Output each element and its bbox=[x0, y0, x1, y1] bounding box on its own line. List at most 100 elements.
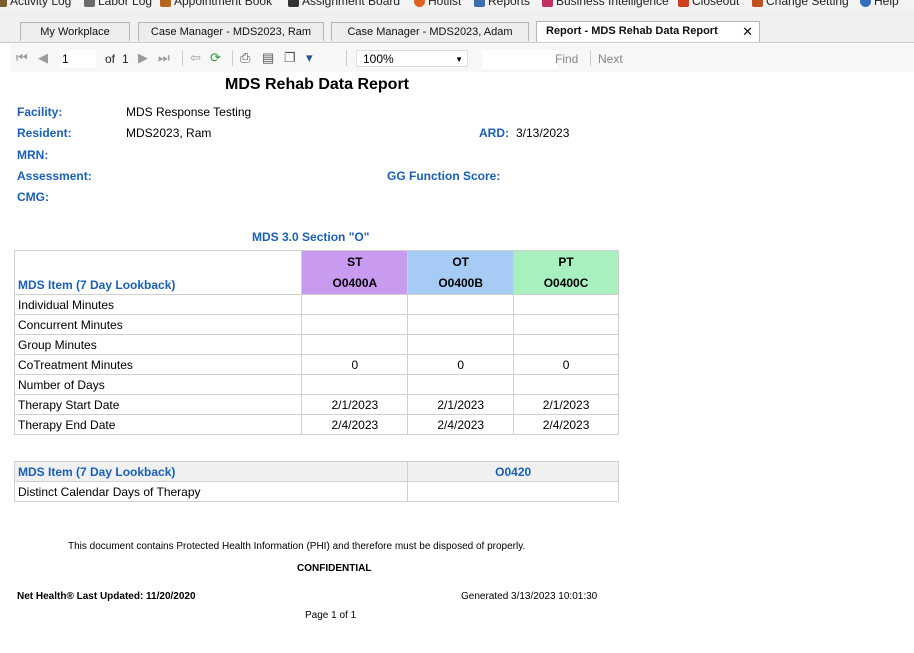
facility-label: Facility: bbox=[17, 105, 63, 119]
resident-value: MDS2023, Ram bbox=[126, 126, 212, 140]
page-indicator: Page 1 of 1 bbox=[305, 610, 357, 621]
row-label: Therapy Start Date bbox=[13, 394, 303, 415]
appointment-book-icon bbox=[160, 0, 171, 8]
menu-help[interactable]: Help bbox=[860, 0, 899, 8]
table-header-row: MDS Item (7 Day Lookback) O0420 bbox=[13, 461, 619, 482]
export-icon[interactable]: ▾ bbox=[306, 50, 313, 66]
closeout-icon bbox=[678, 0, 689, 8]
tab-case-manager-adam[interactable]: Case Manager - MDS2023, Adam bbox=[331, 22, 529, 41]
report-body: MDS Rehab Data Report Facility: MDS Resp… bbox=[0, 72, 914, 653]
close-tab-icon[interactable]: ✕ bbox=[742, 22, 753, 41]
menu-change-setting[interactable]: Change Setting bbox=[752, 0, 849, 8]
print-icon[interactable]: ⎙ bbox=[240, 50, 250, 66]
row-label: Individual Minutes bbox=[13, 294, 303, 315]
st-header: ST bbox=[301, 250, 409, 273]
last-updated: Net Health® Last Updated: 11/20/2020 bbox=[17, 591, 196, 602]
tab-report-mds-rehab[interactable]: Report - MDS Rehab Data Report ✕ bbox=[536, 21, 760, 42]
help-icon bbox=[860, 0, 871, 8]
ot-value bbox=[407, 294, 515, 315]
st-value: 2/4/2023 bbox=[301, 414, 409, 435]
table-row: Therapy Start Date 2/1/2023 2/1/2023 2/1… bbox=[13, 394, 619, 415]
tab-my-workplace[interactable]: My Workplace bbox=[20, 22, 130, 41]
ot-value: 0 bbox=[407, 354, 515, 375]
toolbar-divider bbox=[590, 50, 591, 66]
next-page-icon[interactable]: ▶ bbox=[138, 50, 148, 66]
find-input[interactable] bbox=[482, 50, 558, 69]
section-title: MDS 3.0 Section "O" bbox=[252, 230, 370, 244]
table-row: Group Minutes bbox=[13, 334, 619, 355]
menu-reports[interactable]: Reports bbox=[474, 0, 530, 8]
generated-timestamp: Generated 3/13/2023 10:01:30 bbox=[461, 591, 598, 602]
row-label: Concurrent Minutes bbox=[13, 314, 303, 335]
menu-activity-log[interactable]: Activity Log bbox=[0, 0, 71, 8]
ot-value: 2/1/2023 bbox=[407, 394, 515, 415]
row-label: Therapy End Date bbox=[13, 414, 303, 435]
menu-assignment-board[interactable]: Assignment Board bbox=[288, 0, 400, 8]
activity-log-icon bbox=[0, 0, 7, 8]
pt-value: 2/1/2023 bbox=[513, 394, 619, 415]
item-header: MDS Item (7 Day Lookback) bbox=[13, 250, 303, 295]
ard-value: 3/13/2023 bbox=[516, 126, 570, 140]
st-code: O0400A bbox=[301, 272, 409, 295]
table-row: Therapy End Date 2/4/2023 2/4/2023 2/4/2… bbox=[13, 414, 619, 435]
report-toolbar: ⏮ ◀ of 1 ▶ ⏭ ⇦ ⟳ ⎙ ▤ ❐ ▾ 100%▼ Find Next bbox=[10, 44, 914, 72]
assignment-board-icon bbox=[288, 0, 299, 8]
tab-case-manager-ram[interactable]: Case Manager - MDS2023, Ram bbox=[138, 22, 324, 41]
pt-value: 2/4/2023 bbox=[513, 414, 619, 435]
table-row: Distinct Calendar Days of Therapy bbox=[13, 481, 619, 502]
top-menu-bar: Activity Log Labor Log Appointment Book … bbox=[0, 0, 914, 10]
last-page-icon[interactable]: ⏭ bbox=[158, 50, 170, 66]
resident-label: Resident: bbox=[17, 126, 72, 140]
st-value: 2/1/2023 bbox=[301, 394, 409, 415]
table-row: CoTreatment Minutes 0 0 0 bbox=[13, 354, 619, 375]
row-label: Distinct Calendar Days of Therapy bbox=[13, 481, 409, 502]
row-label: CoTreatment Minutes bbox=[13, 354, 303, 375]
hotlist-icon bbox=[414, 0, 425, 8]
menu-business-intelligence[interactable]: Business Intelligence bbox=[542, 0, 669, 8]
menu-appointment-book[interactable]: Appointment Book bbox=[160, 0, 272, 8]
st-value: 0 bbox=[301, 354, 409, 375]
back-icon[interactable]: ⇦ bbox=[190, 50, 201, 66]
toolbar-divider bbox=[182, 50, 183, 66]
menu-labor-log[interactable]: Labor Log bbox=[84, 0, 152, 8]
menu-hotlist[interactable]: Hotlist bbox=[414, 0, 461, 8]
find-button[interactable]: Find bbox=[555, 52, 578, 66]
previous-page-icon[interactable]: ◀ bbox=[38, 50, 48, 66]
refresh-icon[interactable]: ⟳ bbox=[210, 50, 221, 66]
confidential-label: CONFIDENTIAL bbox=[297, 563, 372, 574]
toolbar-divider bbox=[232, 50, 233, 66]
assessment-label: Assessment: bbox=[17, 169, 92, 183]
o0420-table: MDS Item (7 Day Lookback) O0420 Distinct… bbox=[13, 461, 619, 502]
pt-value bbox=[513, 314, 619, 335]
find-next-button[interactable]: Next bbox=[598, 52, 623, 66]
table-row: Concurrent Minutes bbox=[13, 314, 619, 335]
print-layout-icon[interactable]: ▤ bbox=[262, 50, 274, 66]
table-row: Individual Minutes bbox=[13, 294, 619, 315]
toolbar-divider bbox=[346, 50, 347, 66]
page-setup-icon[interactable]: ❐ bbox=[284, 50, 296, 66]
zoom-select[interactable]: 100% ▼ bbox=[356, 50, 468, 67]
st-value bbox=[301, 314, 409, 335]
facility-value: MDS Response Testing bbox=[126, 105, 252, 119]
pt-value bbox=[513, 334, 619, 355]
pt-value bbox=[513, 294, 619, 315]
st-value bbox=[301, 294, 409, 315]
mrn-label: MRN: bbox=[17, 148, 49, 162]
row-label: Number of Days bbox=[13, 374, 303, 395]
pt-header: PT bbox=[513, 250, 619, 273]
chevron-down-icon: ▼ bbox=[455, 55, 463, 64]
first-page-icon[interactable]: ⏮ bbox=[16, 50, 28, 66]
table-header-row: MDS Item (7 Day Lookback) ST OT PT bbox=[13, 250, 619, 295]
cmg-label: CMG: bbox=[17, 190, 49, 204]
ard-label: ARD: bbox=[479, 126, 509, 140]
menu-closeout[interactable]: Closeout bbox=[678, 0, 739, 8]
o0420-code: O0420 bbox=[407, 461, 619, 482]
page-number-input[interactable] bbox=[60, 50, 96, 68]
st-value bbox=[301, 334, 409, 355]
ot-value bbox=[407, 334, 515, 355]
business-intelligence-icon bbox=[542, 0, 553, 8]
ot-code: O0400B bbox=[407, 272, 515, 295]
ot-value bbox=[407, 314, 515, 335]
report-title: MDS Rehab Data Report bbox=[224, 76, 410, 93]
row-label: Group Minutes bbox=[13, 334, 303, 355]
